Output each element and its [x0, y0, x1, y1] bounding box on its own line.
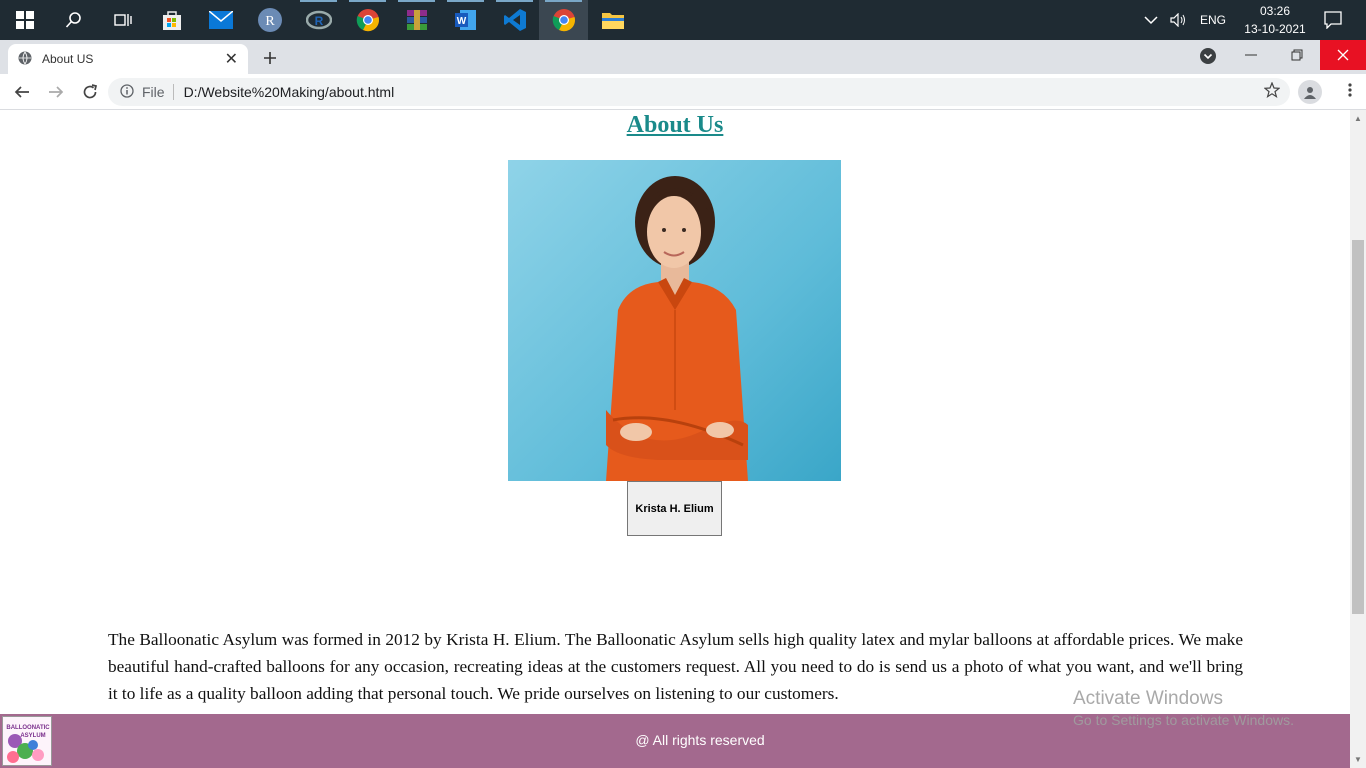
close-window-button[interactable] [1320, 40, 1366, 70]
windows-taskbar: R R W ENG 03:26 13-10-2021 [0, 0, 1366, 40]
url-scheme-label: File [142, 84, 174, 100]
notification-icon[interactable] [1324, 11, 1342, 29]
chevron-up-icon[interactable] [1144, 15, 1158, 25]
profile-avatar-icon[interactable] [1298, 80, 1322, 104]
web-page: About Us Krista H. Elium The Balloonatic… [0, 110, 1350, 768]
scroll-up-icon[interactable]: ▲ [1354, 114, 1362, 123]
svg-text:R: R [314, 14, 323, 28]
info-icon[interactable] [120, 83, 134, 101]
mail-icon[interactable] [196, 0, 245, 40]
tab-search-icon[interactable] [1200, 48, 1216, 64]
volume-icon[interactable] [1170, 13, 1188, 27]
svg-text:BALLOONATIC: BALLOONATIC [6, 725, 50, 731]
language-indicator[interactable]: ENG [1200, 13, 1226, 27]
task-view-icon[interactable] [98, 0, 147, 40]
footer-copyright: @ All rights reserved [635, 732, 765, 748]
activate-subtitle: Go to Settings to activate Windows. [1073, 712, 1294, 728]
chrome-active-icon[interactable] [539, 0, 588, 40]
winrar-icon[interactable] [392, 0, 441, 40]
profile-photo [508, 160, 841, 481]
window-controls [1228, 40, 1366, 70]
new-tab-button[interactable] [258, 46, 282, 70]
start-icon[interactable] [0, 0, 49, 40]
more-menu-icon[interactable] [1348, 82, 1352, 103]
reload-button[interactable] [74, 76, 106, 108]
restore-button[interactable] [1274, 40, 1320, 70]
browser-tab-strip: About US ✕ [0, 40, 1366, 74]
clock-date: 13-10-2021 [1244, 22, 1306, 36]
word-icon[interactable]: W [441, 0, 490, 40]
close-tab-icon[interactable]: ✕ [225, 49, 238, 69]
tab-title: About US [42, 52, 94, 66]
url-text[interactable]: D:/Website%20Making/about.html [184, 84, 395, 100]
chrome-icon[interactable] [343, 0, 392, 40]
activate-windows-watermark: Activate Windows Go to Settings to activ… [1073, 688, 1294, 728]
rstudio-icon[interactable]: R [294, 0, 343, 40]
forward-button[interactable] [40, 76, 72, 108]
scroll-thumb[interactable] [1352, 240, 1364, 614]
svg-text:W: W [456, 16, 466, 27]
page-title: About Us [626, 112, 724, 138]
clock-time: 03:26 [1259, 4, 1291, 18]
clock[interactable]: 03:26 13-10-2021 [1240, 2, 1310, 38]
browser-toolbar: File D:/Website%20Making/about.html [0, 74, 1366, 110]
search-icon[interactable] [49, 0, 98, 40]
r-icon[interactable]: R [245, 0, 294, 40]
tab-about-us[interactable]: About US ✕ [8, 44, 248, 74]
vscode-icon[interactable] [490, 0, 539, 40]
address-bar[interactable]: File D:/Website%20Making/about.html [108, 78, 1290, 106]
minimize-button[interactable] [1228, 40, 1274, 70]
activate-title: Activate Windows [1073, 688, 1223, 709]
system-tray: ENG 03:26 13-10-2021 [1138, 0, 1366, 40]
store-icon[interactable] [147, 0, 196, 40]
bookmark-star-icon[interactable] [1263, 80, 1281, 103]
globe-icon [18, 51, 32, 68]
svg-text:R: R [265, 14, 275, 29]
file-explorer-icon[interactable] [588, 0, 637, 40]
person-name-button[interactable]: Krista H. Elium [627, 481, 722, 536]
scroll-down-icon[interactable]: ▼ [1354, 755, 1362, 764]
page-scrollbar[interactable]: ▲ ▼ [1350, 110, 1366, 768]
back-button[interactable] [6, 76, 38, 108]
